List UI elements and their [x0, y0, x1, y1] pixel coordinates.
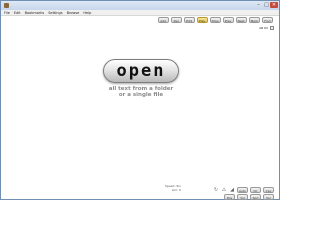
sub-toolbar: AB 60: [259, 26, 274, 30]
bottom-button-clear[interactable]: Clr: [250, 187, 261, 193]
open-button[interactable]: open: [103, 59, 179, 83]
bottom-button-vol[interactable]: Vol: [237, 194, 248, 200]
repeat-icon[interactable]: ↻: [213, 187, 219, 193]
maximize-button[interactable]: □: [263, 2, 270, 8]
status-limit: Lim: 0: [171, 188, 181, 192]
toolbar-button-add[interactable]: Add: [157, 17, 169, 23]
open-hint-line-2: or a single file: [118, 92, 164, 98]
toolbar-button-prev[interactable]: Prev: [222, 17, 234, 23]
bottom-button-copy[interactable]: Cpy: [263, 187, 274, 193]
menu-help[interactable]: Help: [83, 10, 91, 15]
bottom-button-voice[interactable]: Voc: [263, 194, 274, 200]
toolbar: Add Del Edit Play Stop Prev Next Mark Fi…: [157, 17, 273, 23]
open-button-label: open: [116, 61, 166, 81]
menu-edit[interactable]: Edit: [14, 10, 21, 15]
toolbar-button-play[interactable]: Play: [196, 17, 208, 23]
bottom-toolbar: ↻ ⚠ ◢ Auto Clr Cpy: [213, 187, 274, 193]
title-bar: – □ ✕: [1, 1, 279, 10]
app-window: – □ ✕ File Edit Bookmarks Settings Brows…: [0, 0, 280, 200]
status-info: Speed: Slo Lim: 0: [151, 184, 181, 192]
toolbar-button-edit[interactable]: Edit: [183, 17, 195, 23]
bottom-toolbar-2: Pos Vol Spd Voc: [224, 194, 274, 200]
menu-bookmarks[interactable]: Bookmarks: [25, 10, 45, 15]
bottom-button-auto[interactable]: Auto: [237, 187, 248, 193]
warning-icon[interactable]: ⚠: [221, 187, 227, 193]
minimize-button[interactable]: –: [255, 2, 262, 8]
menu-bar: File Edit Bookmarks Settings Browse Help: [1, 10, 279, 16]
toolbar-button-mark[interactable]: Mark: [248, 17, 260, 23]
menu-browse[interactable]: Browse: [67, 10, 80, 15]
bottom-button-pos[interactable]: Pos: [224, 194, 235, 200]
volume-icon[interactable]: ◢: [229, 187, 235, 193]
bottom-button-speed[interactable]: Spd: [250, 194, 261, 200]
toolbar-button-find[interactable]: Find: [262, 17, 273, 23]
menu-settings[interactable]: Settings: [48, 10, 62, 15]
app-icon: [4, 3, 9, 8]
sub-toolbar-label: AB 60: [259, 26, 268, 30]
toolbar-button-del[interactable]: Del: [170, 17, 182, 23]
toolbar-button-next[interactable]: Next: [235, 17, 247, 23]
sub-toolbar-checkbox[interactable]: [270, 26, 274, 30]
close-button[interactable]: ✕: [270, 2, 278, 8]
menu-file[interactable]: File: [4, 10, 10, 15]
toolbar-button-stop[interactable]: Stop: [209, 17, 221, 23]
